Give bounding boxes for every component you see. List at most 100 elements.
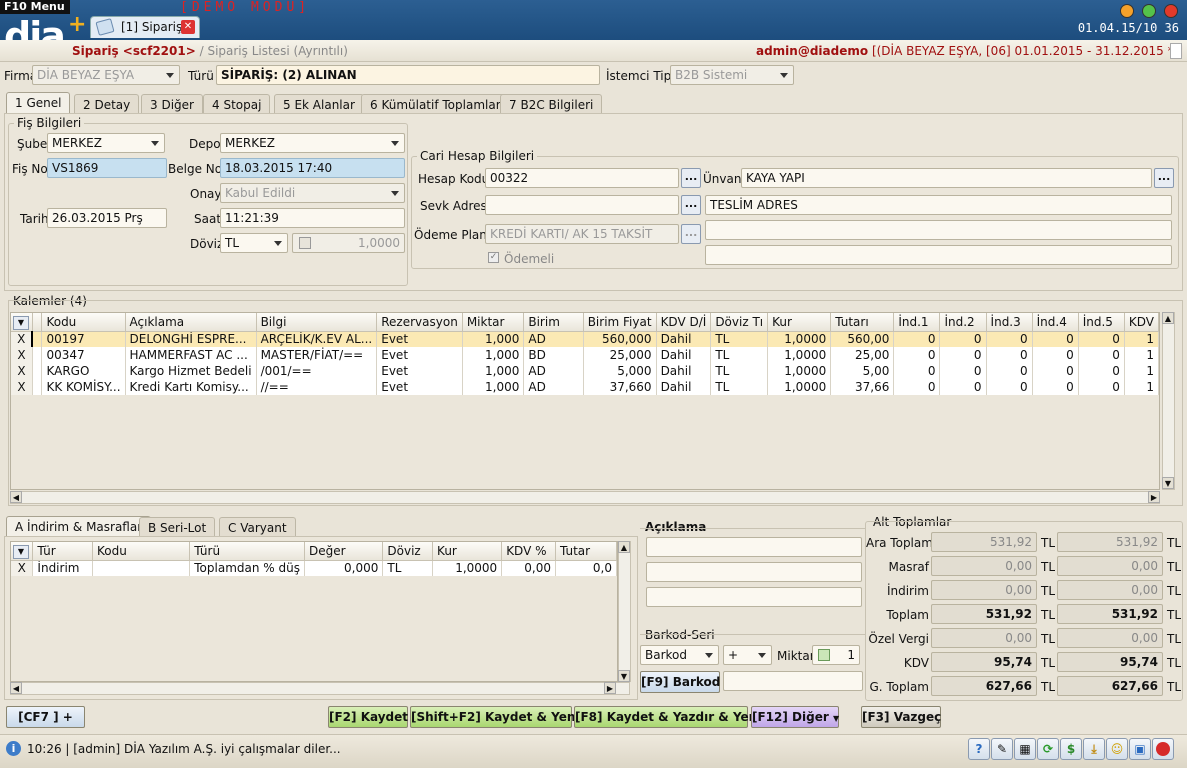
indirim-hscroll[interactable]: [10, 682, 630, 695]
indirim-scroll-right-icon[interactable]: ▶: [604, 682, 616, 694]
table-cell[interactable]: 0: [1032, 363, 1079, 379]
smiley-icon[interactable]: ☺: [1106, 738, 1128, 760]
table-cell[interactable]: 0: [986, 379, 1033, 395]
indirim-col-header[interactable]: Tür: [32, 542, 94, 561]
other-menu-button[interactable]: [F12] Diğer ▼: [751, 706, 839, 728]
table-cell[interactable]: BD: [523, 347, 584, 363]
table-cell[interactable]: Dahil: [656, 347, 712, 363]
table-cell[interactable]: Dahil: [656, 363, 712, 379]
calculator-icon[interactable]: ▦: [1014, 738, 1036, 760]
table-cell[interactable]: 1: [1124, 347, 1159, 363]
kalemler-vscroll[interactable]: [1162, 312, 1175, 490]
cf7-add-button[interactable]: [CF7 ] +: [6, 706, 85, 728]
hesap-field[interactable]: 00322: [485, 168, 679, 188]
col-header[interactable]: İnd.5: [1078, 313, 1125, 332]
row-delete-icon[interactable]: X: [11, 363, 33, 379]
table-cell[interactable]: TL: [710, 379, 769, 395]
aciklama-line-3[interactable]: [646, 587, 862, 607]
odeme-field[interactable]: KREDİ KARTI/ AK 15 TAKSİT: [485, 224, 679, 244]
table-cell[interactable]: 0: [939, 363, 987, 379]
table-cell[interactable]: /001/==: [256, 363, 378, 379]
indirim-row[interactable]: X İndirim Toplamdan % düş 0,000 TL 1,0000 0,00…: [11, 560, 617, 576]
indirim-vscroll[interactable]: [618, 541, 631, 682]
table-cell[interactable]: Kargo Hizmet Bedeli: [125, 363, 257, 379]
col-header[interactable]: İnd.2: [939, 313, 987, 332]
kur-field[interactable]: 1,0000: [292, 233, 405, 253]
table-cell[interactable]: 0: [893, 363, 941, 379]
table-cell[interactable]: 37,66: [830, 379, 895, 395]
indirim-cell[interactable]: [92, 560, 191, 576]
scroll-right-icon[interactable]: ▶: [1148, 491, 1160, 503]
download-icon[interactable]: ⤓: [1083, 738, 1105, 760]
table-cell[interactable]: KARGO: [41, 363, 126, 379]
sevk-lookup-button[interactable]: ...: [681, 195, 701, 215]
sevk-field[interactable]: [485, 195, 679, 215]
refresh-icon[interactable]: ⟳: [1037, 738, 1059, 760]
col-header[interactable]: Birim: [523, 313, 584, 332]
scroll-up-icon[interactable]: ▲: [1162, 312, 1174, 324]
tab-seri-lot[interactable]: B Seri-Lot: [139, 517, 216, 537]
row-delete-icon[interactable]: X: [11, 379, 33, 395]
table-cell[interactable]: 1,0000: [767, 347, 832, 363]
table-cell[interactable]: AD: [523, 379, 584, 395]
col-header[interactable]: Bilgi: [256, 313, 378, 332]
col-header[interactable]: İnd.3: [986, 313, 1033, 332]
sube-select[interactable]: MERKEZ: [47, 133, 165, 153]
col-header[interactable]: Döviz Tı: [710, 313, 769, 332]
table-cell[interactable]: AD: [523, 331, 584, 347]
close-tab-icon[interactable]: ✕: [181, 20, 195, 34]
tab-siparis[interactable]: [1] Sipariş ✕: [90, 16, 200, 38]
unvan-field[interactable]: KAYA YAPI: [741, 168, 1152, 188]
col-header[interactable]: KDV: [1124, 313, 1159, 332]
table-cell[interactable]: 0: [893, 347, 941, 363]
tab-ek-alanlar[interactable]: 5 Ek Alanlar: [274, 94, 364, 114]
table-cell[interactable]: 00197: [41, 331, 126, 347]
table-row[interactable]: X 00197 DELONGHİ ESPRE... ARÇELİK/K.EV AL..…: [11, 331, 1159, 347]
save-new-button[interactable]: [Shift+F2] Kaydet & Yeni: [410, 706, 580, 728]
indirim-cell[interactable]: 0,0: [555, 560, 617, 576]
col-header[interactable]: İnd.4: [1032, 313, 1079, 332]
save-button[interactable]: [F2] Kaydet: [328, 706, 408, 728]
table-cell[interactable]: HAMMERFAST AC ...: [125, 347, 257, 363]
indirim-cell[interactable]: 0,000: [304, 560, 384, 576]
indirim-col-header[interactable]: Kodu: [92, 542, 191, 561]
table-cell[interactable]: 0: [1032, 347, 1079, 363]
table-cell[interactable]: 0: [1078, 379, 1125, 395]
table-cell[interactable]: Evet: [376, 363, 463, 379]
table-cell[interactable]: 5,000: [583, 363, 657, 379]
table-cell[interactable]: 1,000: [462, 363, 525, 379]
table-cell[interactable]: 0: [1078, 363, 1125, 379]
tab-b2c[interactable]: 7 B2C Bilgileri: [500, 94, 603, 114]
extra-field-1[interactable]: [705, 220, 1172, 240]
table-cell[interactable]: 0: [1078, 331, 1125, 347]
grid-menu-button[interactable]: ▼: [11, 313, 33, 332]
indirim-scroll-up-icon[interactable]: ▲: [618, 541, 630, 553]
indirim-col-header[interactable]: KDV %: [501, 542, 556, 561]
table-cell[interactable]: 1,000: [462, 331, 525, 347]
indirim-cell[interactable]: 0,00: [501, 560, 556, 576]
scroll-left-icon[interactable]: ◀: [10, 491, 22, 503]
table-cell[interactable]: 0: [939, 347, 987, 363]
table-cell[interactable]: 1,0000: [767, 331, 832, 347]
fisno-field[interactable]: VS1869: [47, 158, 167, 178]
table-cell[interactable]: 1,0000: [767, 363, 832, 379]
table-cell[interactable]: Dahil: [656, 331, 712, 347]
tab-detay[interactable]: 2 Detay: [74, 94, 140, 114]
table-cell[interactable]: 560,000: [583, 331, 657, 347]
f10-menu-button[interactable]: F10 Menu: [0, 0, 70, 14]
table-cell[interactable]: 25,00: [830, 347, 895, 363]
barkod-miktar-field[interactable]: 1: [812, 645, 860, 665]
table-cell[interactable]: 0: [893, 331, 941, 347]
table-cell[interactable]: 0: [986, 347, 1033, 363]
indirim-grid-menu[interactable]: ▼: [11, 542, 34, 561]
table-cell[interactable]: KK KOMİSY...: [41, 379, 126, 395]
table-cell[interactable]: 560,00: [830, 331, 895, 347]
table-cell[interactable]: ARÇELİK/K.EV AL...: [256, 331, 378, 347]
table-cell[interactable]: Evet: [376, 347, 463, 363]
indirim-col-header[interactable]: Kur: [432, 542, 503, 561]
table-cell[interactable]: TL: [710, 363, 769, 379]
tarih-field[interactable]: 26.03.2015 Prş: [47, 208, 167, 228]
table-cell[interactable]: 1,000: [462, 379, 525, 395]
table-cell[interactable]: 0: [1032, 379, 1079, 395]
maximize-icon[interactable]: [1142, 4, 1156, 18]
